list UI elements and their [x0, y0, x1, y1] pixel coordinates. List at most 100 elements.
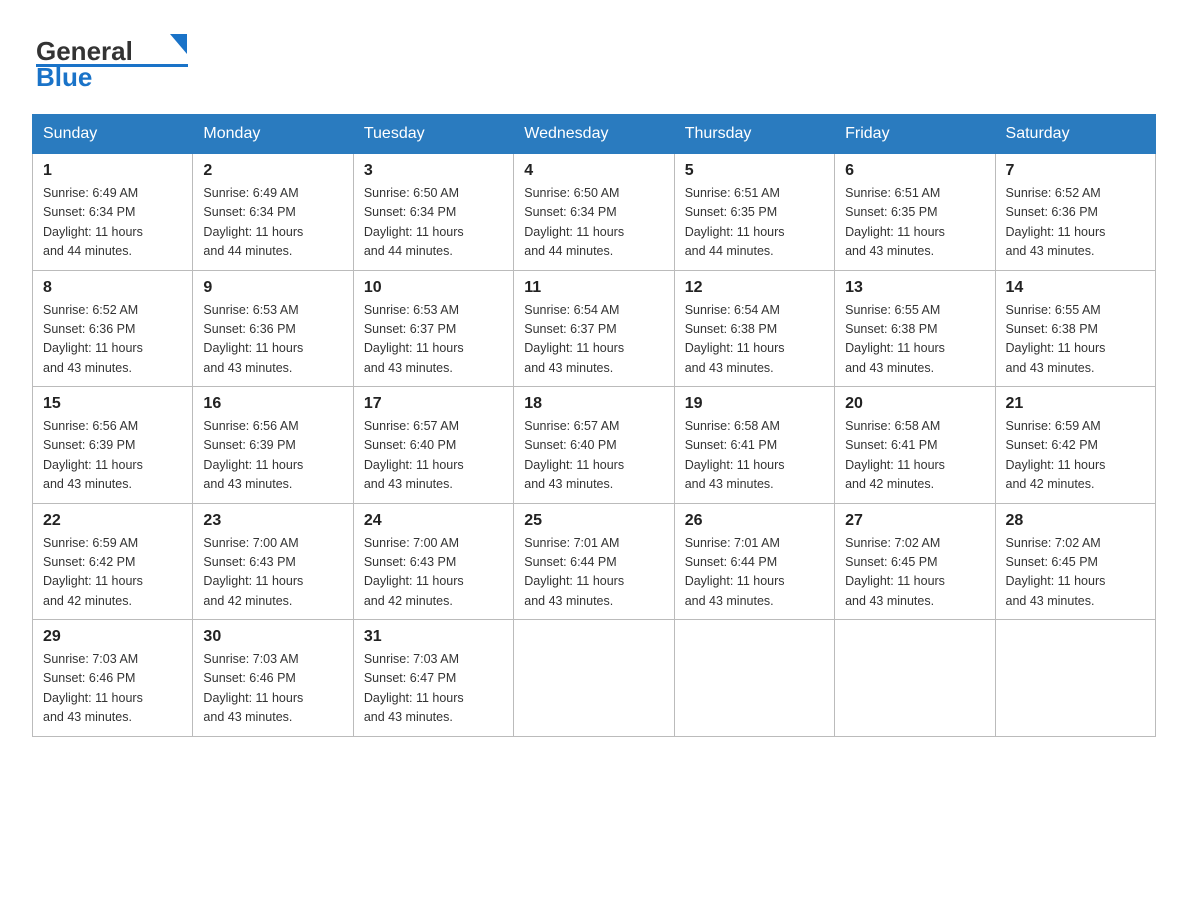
- day-number: 22: [43, 512, 182, 530]
- day-number: 17: [364, 395, 503, 413]
- calendar-cell: 14 Sunrise: 6:55 AMSunset: 6:38 PMDayligh…: [995, 270, 1155, 387]
- day-number: 10: [364, 279, 503, 297]
- calendar-cell: [995, 620, 1155, 737]
- day-number: 18: [524, 395, 663, 413]
- calendar-cell: 5 Sunrise: 6:51 AMSunset: 6:35 PMDaylight…: [674, 154, 834, 271]
- svg-text:Blue: Blue: [36, 62, 92, 92]
- calendar-cell: 4 Sunrise: 6:50 AMSunset: 6:34 PMDaylight…: [514, 154, 674, 271]
- day-number: 8: [43, 279, 182, 297]
- header-monday: Monday: [193, 115, 353, 154]
- calendar-table: SundayMondayTuesdayWednesdayThursdayFrid…: [32, 114, 1156, 737]
- calendar-cell: 29 Sunrise: 7:03 AMSunset: 6:46 PMDayligh…: [33, 620, 193, 737]
- day-info: Sunrise: 7:02 AMSunset: 6:45 PMDaylight:…: [845, 534, 984, 612]
- day-info: Sunrise: 6:58 AMSunset: 6:41 PMDaylight:…: [845, 417, 984, 495]
- day-number: 20: [845, 395, 984, 413]
- day-number: 29: [43, 628, 182, 646]
- week-row-3: 15Sunrise: 6:56 AMSunset: 6:39 PMDayligh…: [33, 387, 1156, 504]
- calendar-cell: 27 Sunrise: 7:02 AMSunset: 6:45 PMDayligh…: [835, 503, 995, 620]
- day-info: Sunrise: 6:56 AMSunset: 6:39 PMDaylight:…: [203, 417, 342, 495]
- calendar-cell: 30 Sunrise: 7:03 AMSunset: 6:46 PMDayligh…: [193, 620, 353, 737]
- day-number: 9: [203, 279, 342, 297]
- day-number: 27: [845, 512, 984, 530]
- header-saturday: Saturday: [995, 115, 1155, 154]
- header-wednesday: Wednesday: [514, 115, 674, 154]
- calendar-cell: 7 Sunrise: 6:52 AMSunset: 6:36 PMDaylight…: [995, 154, 1155, 271]
- week-row-1: 1 Sunrise: 6:49 AMSunset: 6:34 PMDaylight…: [33, 154, 1156, 271]
- day-number: 14: [1006, 279, 1145, 297]
- calendar-cell: 25Sunrise: 7:01 AMSunset: 6:44 PMDayligh…: [514, 503, 674, 620]
- day-info: Sunrise: 6:49 AMSunset: 6:34 PMDaylight:…: [43, 184, 182, 262]
- day-number: 2: [203, 162, 342, 180]
- day-info: Sunrise: 6:56 AMSunset: 6:39 PMDaylight:…: [43, 417, 182, 495]
- day-info: Sunrise: 6:55 AMSunset: 6:38 PMDaylight:…: [845, 301, 984, 379]
- header-thursday: Thursday: [674, 115, 834, 154]
- day-info: Sunrise: 7:02 AMSunset: 6:45 PMDaylight:…: [1006, 534, 1145, 612]
- day-number: 4: [524, 162, 663, 180]
- calendar-cell: [514, 620, 674, 737]
- calendar-cell: [835, 620, 995, 737]
- page-header: General Blue: [32, 24, 1156, 94]
- logo-svg: General Blue: [32, 24, 192, 94]
- day-number: 30: [203, 628, 342, 646]
- calendar-cell: 28 Sunrise: 7:02 AMSunset: 6:45 PMDayligh…: [995, 503, 1155, 620]
- day-info: Sunrise: 6:50 AMSunset: 6:34 PMDaylight:…: [364, 184, 503, 262]
- day-info: Sunrise: 6:50 AMSunset: 6:34 PMDaylight:…: [524, 184, 663, 262]
- day-info: Sunrise: 6:58 AMSunset: 6:41 PMDaylight:…: [685, 417, 824, 495]
- day-info: Sunrise: 7:01 AMSunset: 6:44 PMDaylight:…: [685, 534, 824, 612]
- day-info: Sunrise: 6:49 AMSunset: 6:34 PMDaylight:…: [203, 184, 342, 262]
- day-info: Sunrise: 6:57 AMSunset: 6:40 PMDaylight:…: [524, 417, 663, 495]
- calendar-cell: 6Sunrise: 6:51 AMSunset: 6:35 PMDaylight…: [835, 154, 995, 271]
- header-row: SundayMondayTuesdayWednesdayThursdayFrid…: [33, 115, 1156, 154]
- day-number: 13: [845, 279, 984, 297]
- calendar-cell: 2 Sunrise: 6:49 AMSunset: 6:34 PMDaylight…: [193, 154, 353, 271]
- calendar-cell: 23 Sunrise: 7:00 AMSunset: 6:43 PMDayligh…: [193, 503, 353, 620]
- day-info: Sunrise: 6:55 AMSunset: 6:38 PMDaylight:…: [1006, 301, 1145, 379]
- calendar-cell: 9 Sunrise: 6:53 AMSunset: 6:36 PMDaylight…: [193, 270, 353, 387]
- day-info: Sunrise: 6:53 AMSunset: 6:36 PMDaylight:…: [203, 301, 342, 379]
- header-sunday: Sunday: [33, 115, 193, 154]
- day-info: Sunrise: 6:59 AMSunset: 6:42 PMDaylight:…: [43, 534, 182, 612]
- calendar-cell: 22 Sunrise: 6:59 AMSunset: 6:42 PMDayligh…: [33, 503, 193, 620]
- day-number: 6: [845, 162, 984, 180]
- day-number: 5: [685, 162, 824, 180]
- day-info: Sunrise: 6:52 AMSunset: 6:36 PMDaylight:…: [1006, 184, 1145, 262]
- day-info: Sunrise: 7:00 AMSunset: 6:43 PMDaylight:…: [203, 534, 342, 612]
- calendar-cell: 16 Sunrise: 6:56 AMSunset: 6:39 PMDayligh…: [193, 387, 353, 504]
- day-info: Sunrise: 7:01 AMSunset: 6:44 PMDaylight:…: [524, 534, 663, 612]
- week-row-2: 8 Sunrise: 6:52 AMSunset: 6:36 PMDaylight…: [33, 270, 1156, 387]
- calendar-cell: 10 Sunrise: 6:53 AMSunset: 6:37 PMDayligh…: [353, 270, 513, 387]
- day-info: Sunrise: 7:03 AMSunset: 6:47 PMDaylight:…: [364, 650, 503, 728]
- day-number: 19: [685, 395, 824, 413]
- calendar-cell: 20 Sunrise: 6:58 AMSunset: 6:41 PMDayligh…: [835, 387, 995, 504]
- calendar-cell: 1 Sunrise: 6:49 AMSunset: 6:34 PMDaylight…: [33, 154, 193, 271]
- day-info: Sunrise: 6:54 AMSunset: 6:38 PMDaylight:…: [685, 301, 824, 379]
- day-number: 23: [203, 512, 342, 530]
- week-row-4: 22 Sunrise: 6:59 AMSunset: 6:42 PMDayligh…: [33, 503, 1156, 620]
- calendar-cell: 12Sunrise: 6:54 AMSunset: 6:38 PMDayligh…: [674, 270, 834, 387]
- day-info: Sunrise: 6:57 AMSunset: 6:40 PMDaylight:…: [364, 417, 503, 495]
- calendar-cell: 3Sunrise: 6:50 AMSunset: 6:34 PMDaylight…: [353, 154, 513, 271]
- day-number: 28: [1006, 512, 1145, 530]
- calendar-cell: [674, 620, 834, 737]
- day-info: Sunrise: 6:54 AMSunset: 6:37 PMDaylight:…: [524, 301, 663, 379]
- calendar-cell: 18 Sunrise: 6:57 AMSunset: 6:40 PMDayligh…: [514, 387, 674, 504]
- day-number: 7: [1006, 162, 1145, 180]
- calendar-cell: 15Sunrise: 6:56 AMSunset: 6:39 PMDayligh…: [33, 387, 193, 504]
- calendar-cell: 11 Sunrise: 6:54 AMSunset: 6:37 PMDayligh…: [514, 270, 674, 387]
- calendar-cell: 19 Sunrise: 6:58 AMSunset: 6:41 PMDayligh…: [674, 387, 834, 504]
- day-info: Sunrise: 6:52 AMSunset: 6:36 PMDaylight:…: [43, 301, 182, 379]
- calendar-cell: 21Sunrise: 6:59 AMSunset: 6:42 PMDayligh…: [995, 387, 1155, 504]
- day-info: Sunrise: 7:03 AMSunset: 6:46 PMDaylight:…: [43, 650, 182, 728]
- week-row-5: 29 Sunrise: 7:03 AMSunset: 6:46 PMDayligh…: [33, 620, 1156, 737]
- day-number: 31: [364, 628, 503, 646]
- day-number: 11: [524, 279, 663, 297]
- logo: General Blue: [32, 24, 192, 94]
- day-number: 24: [364, 512, 503, 530]
- day-info: Sunrise: 6:51 AMSunset: 6:35 PMDaylight:…: [685, 184, 824, 262]
- header-friday: Friday: [835, 115, 995, 154]
- day-info: Sunrise: 6:59 AMSunset: 6:42 PMDaylight:…: [1006, 417, 1145, 495]
- day-number: 16: [203, 395, 342, 413]
- day-number: 1: [43, 162, 182, 180]
- day-info: Sunrise: 7:03 AMSunset: 6:46 PMDaylight:…: [203, 650, 342, 728]
- day-info: Sunrise: 6:53 AMSunset: 6:37 PMDaylight:…: [364, 301, 503, 379]
